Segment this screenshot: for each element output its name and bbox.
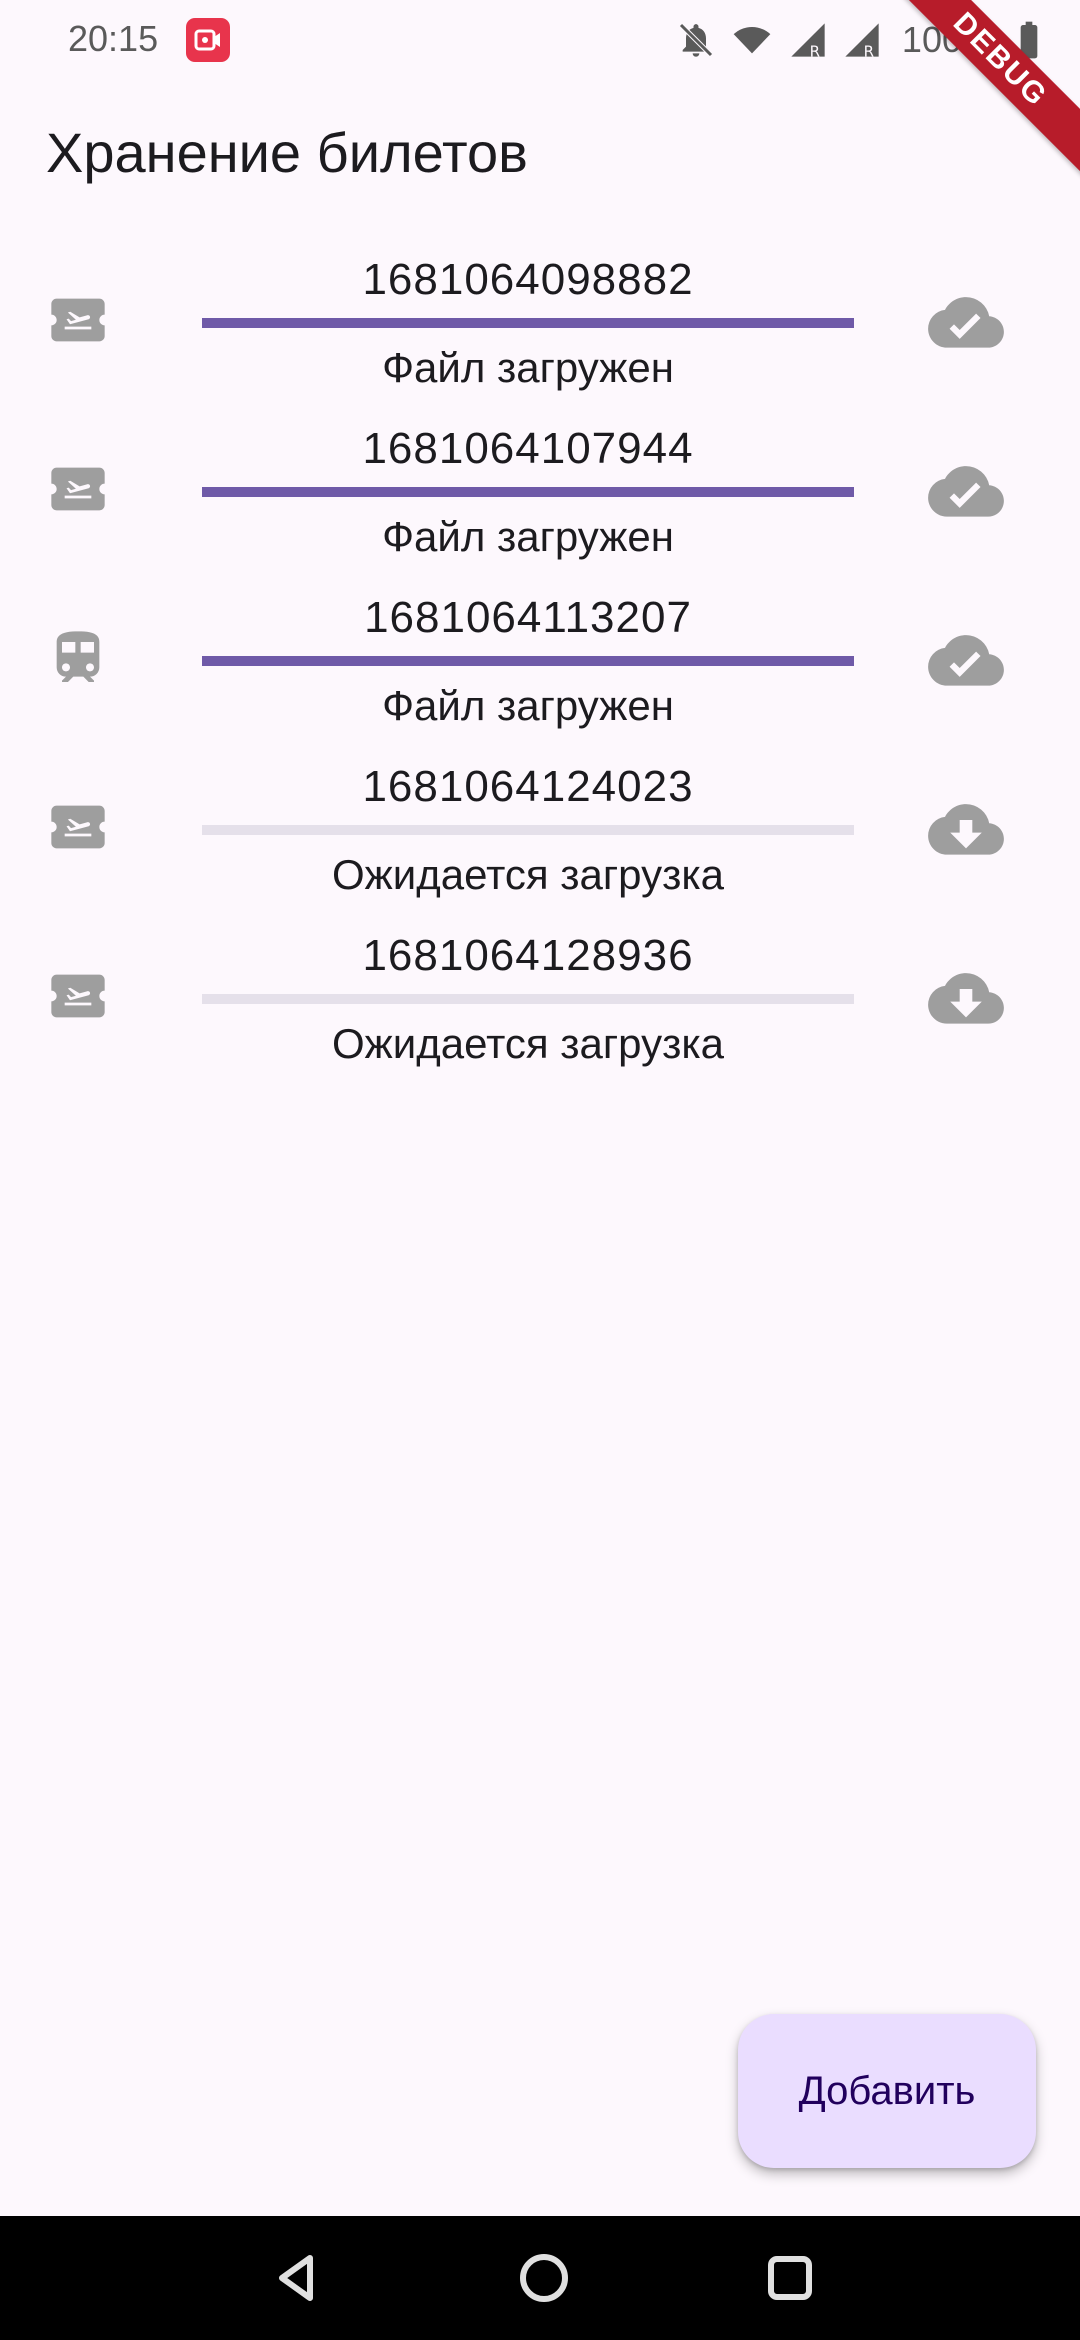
ticket-status: Ожидается загрузка (332, 1020, 724, 1067)
upload-progress-bar (202, 487, 854, 497)
cloud-done-icon[interactable] (928, 463, 1004, 523)
cloud-download-icon[interactable] (928, 801, 1004, 861)
airplane-ticket-icon (46, 288, 110, 352)
ticket-status: Ожидается загрузка (332, 851, 724, 898)
ticket-info: 1681064107944 Файл загружен (202, 417, 854, 567)
status-bar: 20:15 R R 100 % (0, 0, 1080, 84)
ticket-number: 1681064124023 (362, 762, 694, 811)
ticket-row[interactable]: 1681064128936 Ожидается загрузка (0, 924, 1080, 1093)
home-circle-icon[interactable] (516, 2250, 572, 2306)
svg-text:R: R (864, 43, 874, 60)
upload-progress-bar (202, 318, 854, 328)
airplane-ticket-icon (46, 964, 110, 1028)
upload-progress-fill (202, 318, 854, 328)
signal-r-icon-2: R (842, 20, 882, 60)
airplane-ticket-icon (46, 457, 110, 521)
ticket-info: 1681064098882 Файл загружен (202, 248, 854, 398)
bell-off-icon (676, 20, 716, 60)
ticket-info: 1681064113207 Файл загружен (202, 586, 854, 736)
ticket-number: 1681064098882 (362, 255, 694, 304)
upload-progress-fill (202, 487, 854, 497)
ticket-status: Файл загружен (382, 344, 674, 391)
upload-progress-fill (202, 656, 854, 666)
train-icon (46, 626, 110, 690)
cloud-download-icon[interactable] (928, 970, 1004, 1030)
ticket-number: 1681064128936 (362, 931, 694, 980)
wifi-icon (730, 20, 774, 60)
ticket-row[interactable]: 1681064107944 Файл загружен (0, 417, 1080, 586)
ticket-info: 1681064124023 Ожидается загрузка (202, 755, 854, 905)
cloud-done-icon[interactable] (928, 632, 1004, 692)
signal-r-icon: R (788, 20, 828, 60)
system-nav-bar (0, 2216, 1080, 2340)
ticket-status: Файл загружен (382, 682, 674, 729)
ticket-row[interactable]: 1681064113207 Файл загружен (0, 586, 1080, 755)
upload-progress-bar (202, 994, 854, 1004)
recents-square-icon[interactable] (762, 2250, 818, 2306)
svg-text:R: R (810, 43, 820, 60)
ticket-list: 1681064098882 Файл загружен 168106410794… (0, 248, 1080, 1093)
screen-record-icon (186, 18, 230, 62)
cloud-done-icon[interactable] (928, 294, 1004, 354)
page-title: Хранение билетов (46, 121, 528, 184)
upload-progress-bar (202, 656, 854, 666)
add-ticket-button[interactable]: Добавить (738, 2014, 1036, 2168)
ticket-number: 1681064113207 (364, 593, 692, 642)
ticket-info: 1681064128936 Ожидается загрузка (202, 924, 854, 1074)
back-triangle-icon[interactable] (270, 2250, 326, 2306)
status-time: 20:15 (68, 18, 159, 59)
ticket-number: 1681064107944 (362, 424, 694, 473)
ticket-status: Файл загружен (382, 513, 674, 560)
ticket-row[interactable]: 1681064124023 Ожидается загрузка (0, 755, 1080, 924)
airplane-ticket-icon (46, 795, 110, 859)
ticket-row[interactable]: 1681064098882 Файл загружен (0, 248, 1080, 417)
upload-progress-bar (202, 825, 854, 835)
app-screen: 20:15 R R 100 % (0, 0, 1080, 2340)
